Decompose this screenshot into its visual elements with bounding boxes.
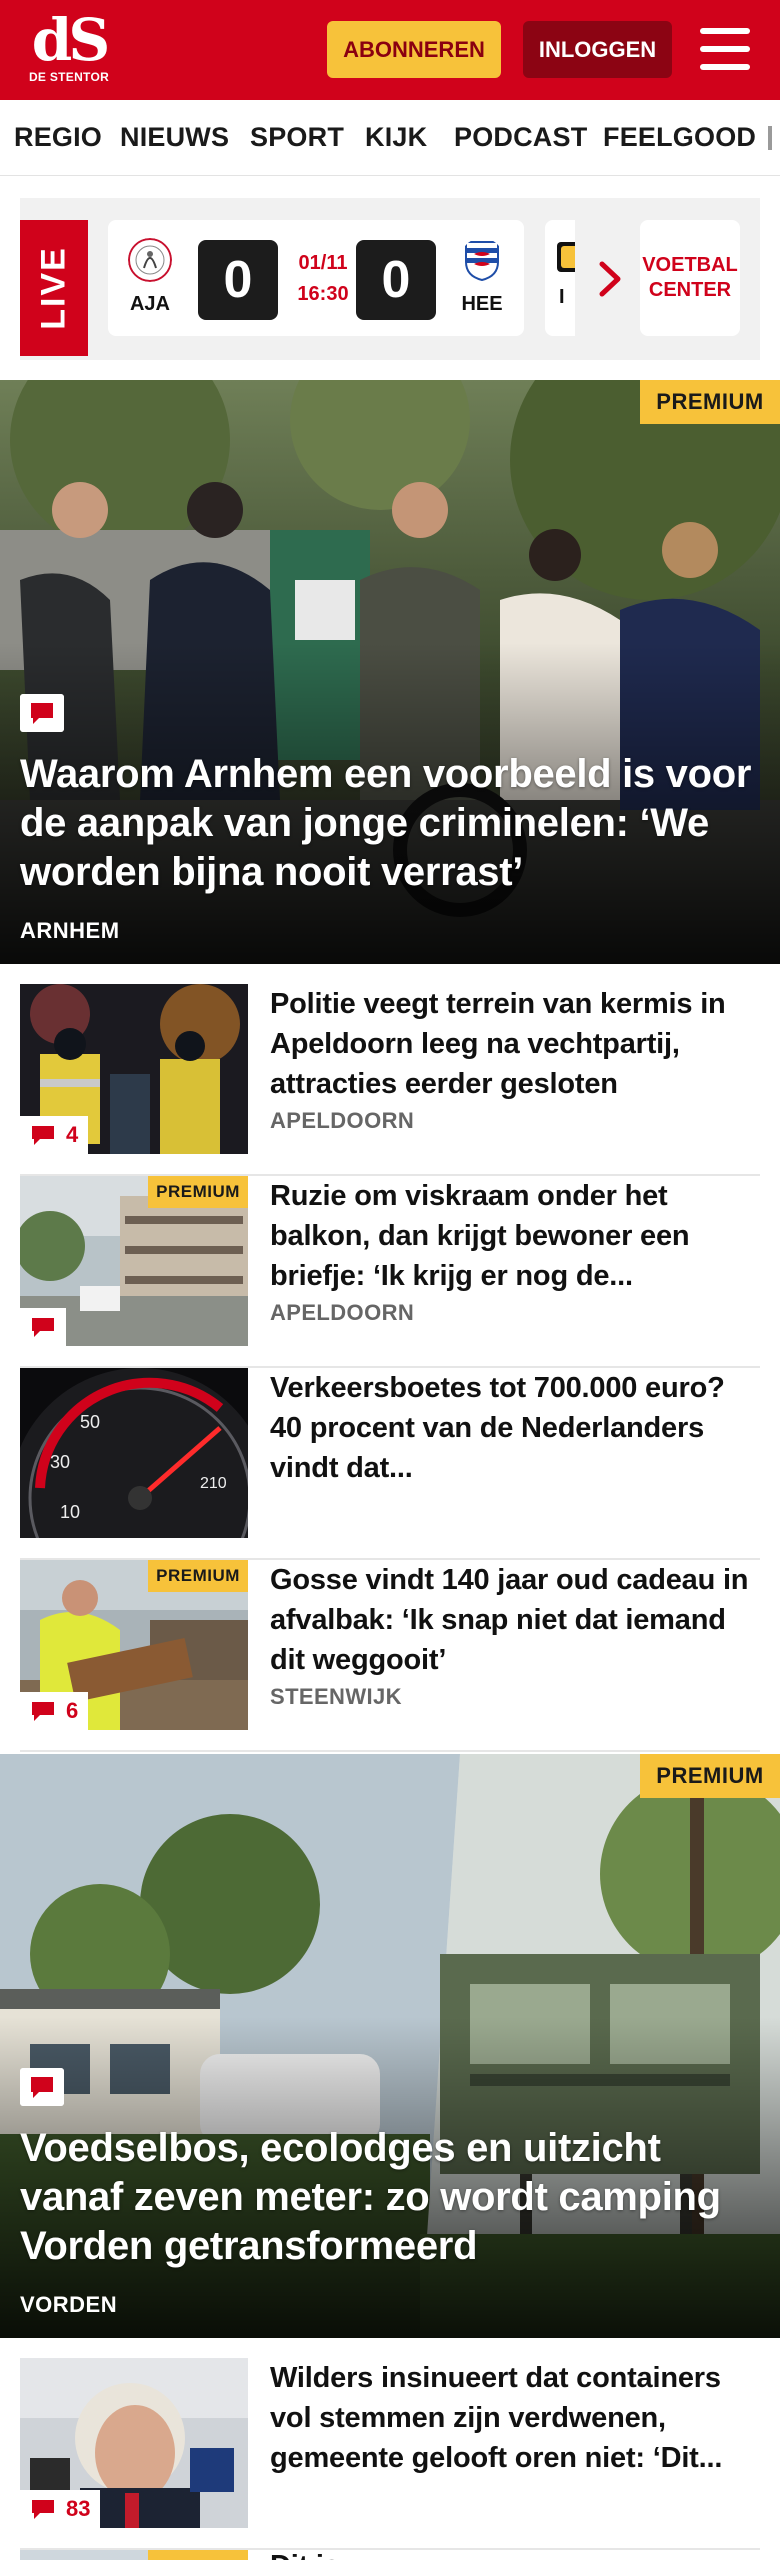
article-title[interactable]: Politie veegt terrein van kermis in Apel… [270,984,760,1104]
login-button[interactable]: INLOGGEN [523,21,672,78]
logo-mark: dS [31,6,110,74]
comment-icon [20,2068,64,2106]
article-title[interactable]: Verkeersboetes tot 700.000 euro? 40 proc… [270,1368,760,1488]
hero-region: ARNHEM [20,918,120,943]
next-match-card[interactable]: I [545,220,575,336]
hamburger-menu-icon[interactable] [700,26,750,72]
comment-count: 83 [66,2496,91,2521]
logo-name: DE STENTOR [28,70,110,84]
comment-icon [32,2500,54,2519]
home-score: 0 [198,240,278,320]
comment-icon [20,694,64,732]
comment-count: 6 [66,1698,79,1723]
heerenveen-badge-icon [465,241,499,282]
chevron-right-icon[interactable] [590,254,630,304]
list-item[interactable]: PREMIUM 6 Gosse vindt 140 jaar oud cadea… [20,1560,760,1752]
list-item[interactable]: 4 Politie veegt terrein van kermis in Ap… [20,984,760,1176]
comment-icon [32,1126,54,1145]
nav-item-sport[interactable]: SPORT [250,122,344,153]
away-score: 0 [356,240,436,320]
next-team-name: I [559,286,565,308]
home-team-name: AJA [129,293,170,315]
hero-region: VORDEN [20,2292,118,2317]
svg-text:30: 30 [50,1452,70,1472]
article-title[interactable]: Dit is [270,2546,760,2560]
away-team: HEE [452,238,512,316]
hero-article-vorden[interactable]: PREMIUM Voedselbos, ecolodges en uitzich… [0,1754,780,2338]
home-team: AJA [120,238,180,316]
section-nav: REGIO NIEUWS SPORT KIJK PODCAST FEELGOOD [0,100,780,176]
comment-count-badge: 6 [20,1692,89,1730]
svg-text:50: 50 [80,1412,100,1432]
hero-title[interactable]: Voedselbos, ecolodges en uitzicht vanaf … [20,2124,760,2271]
comment-count-badge: 83 [20,2490,101,2528]
site-header: dS DE STENTOR ABONNEREN INLOGGEN [0,0,780,100]
live-label: LIVE [20,220,88,356]
comment-count-badge: 4 [20,1116,89,1154]
list-item[interactable]: 83 Wilders insinueert dat containers vol… [20,2358,760,2550]
nav-overflow-fragment [768,126,772,150]
article-region: APELDOORN [270,1300,415,1325]
site-logo[interactable]: dS DE STENTOR [20,10,118,90]
live-scores-bar: LIVE AJA 0 01/11 16:30 0 HEE I VOETBAL C… [20,198,760,360]
article-region: APELDOORN [270,1108,415,1133]
subscribe-button[interactable]: ABONNEREN [327,21,501,78]
article-region: STEENWIJK [270,1684,402,1709]
match-datetime: 01/11 16:30 [283,248,363,310]
match-card[interactable]: AJA 0 01/11 16:30 0 HEE [108,220,524,336]
hero-title[interactable]: Waarom Arnhem een voorbeeld is voor de a… [20,750,760,897]
hero-article-arnhem[interactable]: PREMIUM Waarom Arnhem een voorbeeld is v… [0,380,780,964]
premium-badge [148,2550,248,2560]
list-item[interactable]: Dit is [20,2550,760,2560]
nav-item-podcast[interactable]: PODCAST [454,122,587,153]
premium-badge: PREMIUM [148,1560,248,1592]
away-team-name: HEE [461,293,503,315]
voetbal-center-link[interactable]: VOETBAL CENTER [640,220,740,336]
svg-text:10: 10 [60,1502,80,1522]
team-badge-icon [557,242,575,272]
article-title[interactable]: Wilders insinueert dat containers vol st… [270,2358,760,2478]
comment-count: 4 [66,1122,79,1147]
list-item[interactable]: PREMIUM Ruzie om viskraam onder het balk… [20,1176,760,1368]
article-title[interactable]: Ruzie om viskraam onder het balkon, dan … [270,1176,760,1296]
article-title[interactable]: Gosse vindt 140 jaar oud cadeau in afval… [270,1560,760,1680]
comment-icon [32,1702,54,1721]
nav-item-kijk[interactable]: KIJK [365,122,427,153]
premium-badge: PREMIUM [148,1176,248,1208]
nav-item-nieuws[interactable]: NIEUWS [120,122,229,153]
match-time: 16:30 [297,283,349,305]
svg-text:210: 210 [200,1475,227,1492]
match-date: 01/11 [298,252,348,274]
comment-count-badge [20,1308,66,1346]
ajax-badge-icon [128,238,172,282]
list-item[interactable]: 10 30 50 210 Verkeersboetes tot 700.000 … [20,1368,760,1560]
article-thumbnail-speedometer: 10 30 50 210 [20,1368,248,1538]
comment-icon [32,1318,54,1337]
nav-item-regio[interactable]: REGIO [14,122,102,153]
premium-badge: PREMIUM [640,1754,780,1798]
nav-item-feelgood[interactable]: FEELGOOD [603,122,756,153]
premium-badge: PREMIUM [640,380,780,424]
